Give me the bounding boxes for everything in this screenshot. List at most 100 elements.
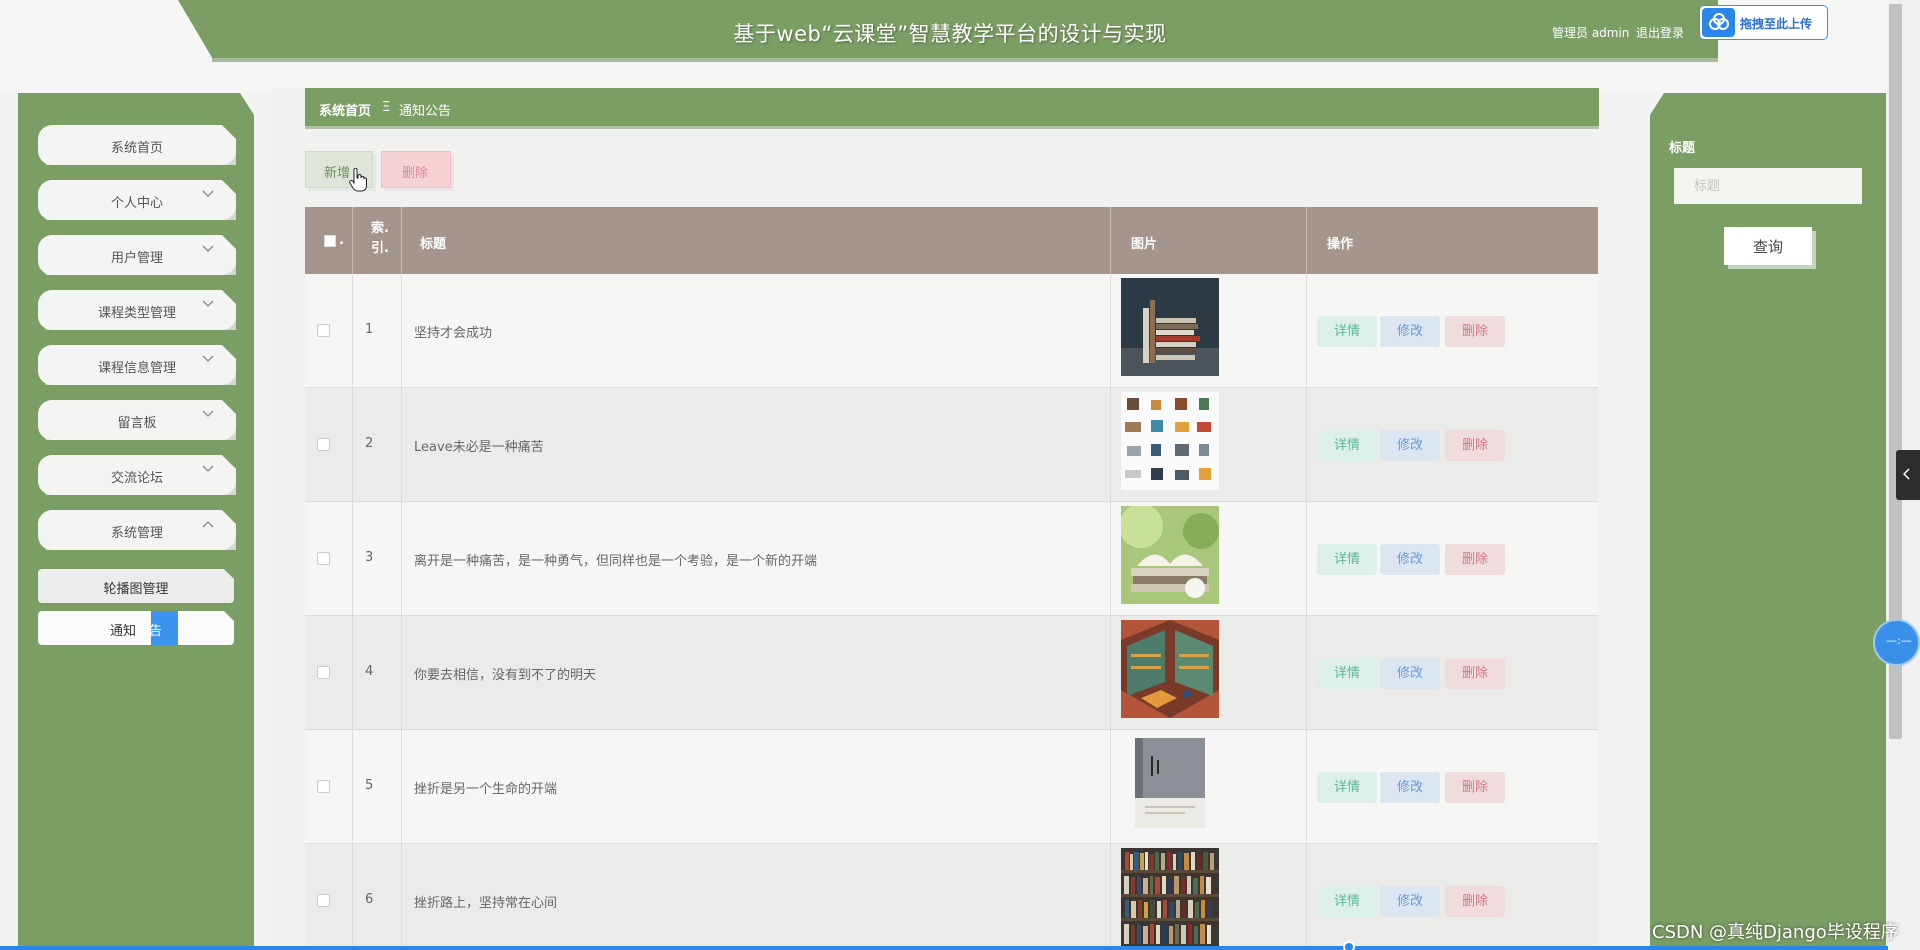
row-index: 4: [365, 664, 374, 679]
row-checkbox[interactable]: [317, 780, 330, 793]
chevron-down-icon: [202, 245, 214, 252]
edit-button[interactable]: 修改: [1380, 772, 1440, 803]
row-image-cell: [1111, 844, 1307, 950]
search-input[interactable]: [1674, 168, 1862, 204]
breadcrumb-separator-icon: Ξ: [382, 100, 391, 115]
edit-button[interactable]: 修改: [1380, 430, 1440, 461]
row-title: 你要去相信，没有到不了的明天: [414, 668, 597, 683]
book-cover-thumbnail[interactable]: [1121, 734, 1219, 832]
sidebar-item-course-type[interactable]: 课程类型管理: [38, 290, 236, 330]
row-image-cell: [1111, 388, 1307, 502]
row-ops-cell: 详情 修改 删除: [1307, 844, 1598, 950]
row-image-cell: [1111, 274, 1307, 388]
header-operations-label: 操作: [1327, 237, 1354, 252]
sidebar-subitem-carousel[interactable]: 轮播图管理: [38, 569, 234, 603]
row-checkbox[interactable]: [317, 438, 330, 451]
open-book-thumbnail[interactable]: [1121, 506, 1219, 604]
sidebar-item-personal-center[interactable]: 个人中心: [38, 180, 236, 220]
delete-button[interactable]: 删除: [1445, 430, 1505, 461]
delete-button[interactable]: 删除: [1445, 886, 1505, 917]
detail-button[interactable]: 详情: [1317, 544, 1377, 575]
row-index-cell: 4: [353, 616, 402, 730]
progress-handle[interactable]: [1343, 941, 1355, 950]
row-index-cell: 1: [353, 274, 402, 388]
library-icons-thumbnail[interactable]: [1121, 392, 1219, 490]
row-index: 3: [365, 550, 374, 565]
edit-button[interactable]: 修改: [1380, 316, 1440, 347]
row-title-cell: 坚持才会成功: [402, 274, 1111, 388]
sidebar-item-home[interactable]: 系统首页: [38, 125, 236, 165]
row-check-cell: [305, 388, 353, 502]
row-checkbox[interactable]: [317, 894, 330, 907]
row-ops-cell: 详情 修改 删除: [1307, 730, 1598, 844]
edit-button[interactable]: 修改: [1380, 886, 1440, 917]
row-index-cell: 6: [353, 844, 402, 950]
sidebar-subitem-notice[interactable]: 通知公告: [38, 611, 234, 645]
batch-delete-button[interactable]: 删除: [381, 151, 451, 188]
row-title-cell: 离开是一种痛苦，是一种勇气，但同样也是一个考验，是一个新的开端: [402, 502, 1111, 616]
label-prefix: 通知: [109, 624, 136, 639]
breadcrumb-home[interactable]: 系统首页: [319, 100, 371, 119]
sidebar-item-forum[interactable]: 交流论坛: [38, 455, 236, 495]
sidebar-item-user-management[interactable]: 用户管理: [38, 235, 236, 275]
chevron-down-icon: [202, 300, 214, 307]
header-check-cell: .: [305, 207, 353, 274]
floating-assistant-button[interactable]: —:—: [1873, 619, 1920, 666]
sidebar-item-message-board[interactable]: 留言板: [38, 400, 236, 440]
header-image-label: 图片: [1131, 237, 1158, 252]
sidebar-item-course-info[interactable]: 课程信息管理: [38, 345, 236, 385]
select-all-checkbox[interactable]: [324, 235, 336, 247]
row-title: 挫折是另一个生命的开端: [414, 782, 558, 797]
row-image-cell: [1111, 616, 1307, 730]
logout-link[interactable]: 退出登录: [1636, 24, 1684, 41]
row-index-cell: 5: [353, 730, 402, 844]
row-image-cell: [1111, 502, 1307, 616]
row-ops-cell: 详情 修改 删除: [1307, 616, 1598, 730]
table-row: 4 你要去相信，没有到不了的明天 详情 修改 删除: [305, 616, 1598, 730]
side-toggle-button[interactable]: [1896, 450, 1920, 500]
table-row: 6 挫折路上，坚持常在心间 详情 修改 删除: [305, 844, 1598, 950]
sidebar-item-label: 系统首页: [110, 141, 163, 156]
delete-button[interactable]: 删除: [1445, 658, 1505, 689]
search-panel: [1650, 93, 1886, 950]
sidebar-subitem-label: 轮播图管理: [103, 582, 169, 597]
watermark: CSDN @真纯Django毕设程序: [1652, 922, 1899, 943]
delete-button[interactable]: 删除: [1445, 544, 1505, 575]
row-title-cell: 挫折路上，坚持常在心间: [402, 844, 1111, 950]
library-room-thumbnail[interactable]: [1121, 620, 1219, 718]
upload-widget[interactable]: 拖拽至此上传: [1699, 5, 1828, 40]
row-index: 2: [365, 436, 374, 451]
edit-button[interactable]: 修改: [1380, 544, 1440, 575]
detail-button[interactable]: 详情: [1317, 430, 1377, 461]
detail-button[interactable]: 详情: [1317, 658, 1377, 689]
delete-button-label: 删除: [402, 165, 429, 180]
row-title: 离开是一种痛苦，是一种勇气，但同样也是一个考验，是一个新的开端: [414, 554, 818, 569]
bookshelves-thumbnail[interactable]: [1121, 848, 1219, 946]
row-checkbox[interactable]: [317, 324, 330, 337]
table-row: 2 Leave未必是一种痛苦 详情 修改 删除: [305, 388, 1598, 502]
search-label: 标题: [1669, 141, 1696, 156]
row-check-cell: [305, 616, 353, 730]
row-checkbox[interactable]: [317, 552, 330, 565]
detail-button[interactable]: 详情: [1317, 886, 1377, 917]
books-stack-thumbnail[interactable]: [1121, 278, 1219, 376]
edit-button[interactable]: 修改: [1380, 658, 1440, 689]
detail-button[interactable]: 详情: [1317, 772, 1377, 803]
row-ops-cell: 详情 修改 删除: [1307, 502, 1598, 616]
search-button[interactable]: 查询: [1724, 227, 1812, 265]
row-check-cell: [305, 730, 353, 844]
header-operations: 操作: [1307, 207, 1598, 274]
chevron-down-icon: [202, 190, 214, 197]
detail-button[interactable]: 详情: [1317, 316, 1377, 347]
delete-button[interactable]: 删除: [1445, 316, 1505, 347]
label-highlight: 公告: [136, 624, 163, 639]
progress-line: [0, 946, 1888, 950]
row-image-cell: [1111, 730, 1307, 844]
delete-button[interactable]: 删除: [1445, 772, 1505, 803]
row-index-cell: 2: [353, 388, 402, 502]
row-checkbox[interactable]: [317, 666, 330, 679]
sidebar-item-system-management[interactable]: 系统管理: [38, 510, 236, 550]
row-title-cell: Leave未必是一种痛苦: [402, 388, 1111, 502]
header-index-label: 索.引.: [371, 221, 389, 256]
row-index: 6: [365, 892, 374, 907]
